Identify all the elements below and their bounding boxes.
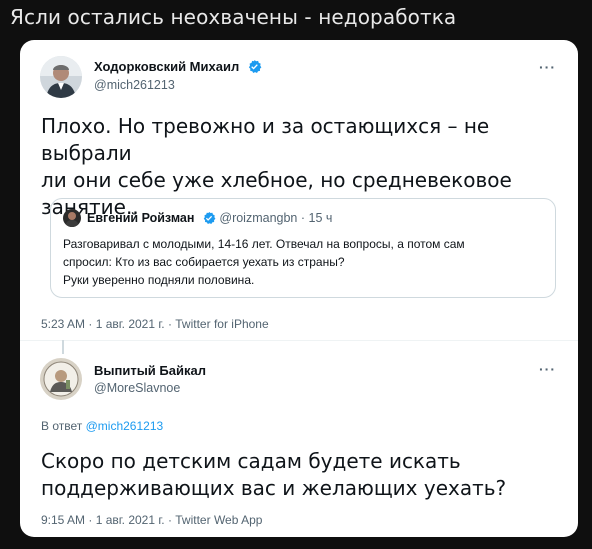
verified-badge-icon [203,211,216,225]
quoted-text-line: Разговаривал с молодыми, 14-16 лет. Отве… [63,237,465,251]
divider [20,340,578,341]
avatar-photo-icon [40,358,82,400]
quoted-header: Евгений Ройзман @roizmangbn · 15 ч [87,211,332,225]
author-handle[interactable]: @mich261213 [94,78,175,92]
reply-context: В ответ @mich261213 [41,419,163,433]
tweet-card: Ходорковский Михаил @mich261213 ··· Плох… [20,40,578,537]
more-options-icon[interactable]: ··· [539,362,556,376]
tweet-text-line: Плохо. Но тревожно и за остающихся – не … [41,114,490,165]
author-handle[interactable]: @MoreSlavnoe [94,381,180,395]
quoted-time: · 15 ч [300,211,333,225]
quoted-author-handle: @roizmangbn [219,211,298,225]
reply-handle-link[interactable]: @mich261213 [86,419,164,433]
quoted-text-line: Руки уверенно подняли половина. [63,273,255,287]
tweet-text-line: поддерживающих вас и желающих уехать? [41,476,507,500]
tweet-text-line: Скоро по детским садам будете искать [41,449,461,473]
avatar-photo-icon [63,209,81,227]
author-name[interactable]: Ходорковский Михаил [94,59,262,74]
author-name[interactable]: Выпитый Байкал [94,363,206,378]
avatar-photo-icon [40,56,82,98]
quoted-author-name: Евгений Ройзман [87,211,195,225]
more-options-icon[interactable]: ··· [539,60,556,74]
tweet-timestamp[interactable]: 5:23 AM · 1 авг. 2021 г. · Twitter for i… [41,317,269,331]
quoted-tweet[interactable]: Евгений Ройзман @roizmangbn · 15 ч Разго… [50,198,556,298]
tweet-text: Скоро по детским садам будете искать под… [41,448,561,502]
tweet-text-line: ли они себе уже хлебное, но средневеково… [41,168,512,192]
quoted-text: Разговаривал с молодыми, 14-16 лет. Отве… [63,235,543,289]
image-caption: Ясли остались неохвачены - недоработка [10,5,457,29]
verified-badge-icon [248,59,262,73]
quoted-text-line: спросил: Кто из вас собирается уехать из… [63,255,345,269]
avatar[interactable] [40,56,82,98]
reply-prefix: В ответ [41,419,83,433]
quoted-avatar [63,209,81,227]
tweet-timestamp[interactable]: 9:15 AM · 1 авг. 2021 г. · Twitter Web A… [41,513,262,527]
avatar[interactable] [40,358,82,400]
thread-connector [62,340,64,354]
